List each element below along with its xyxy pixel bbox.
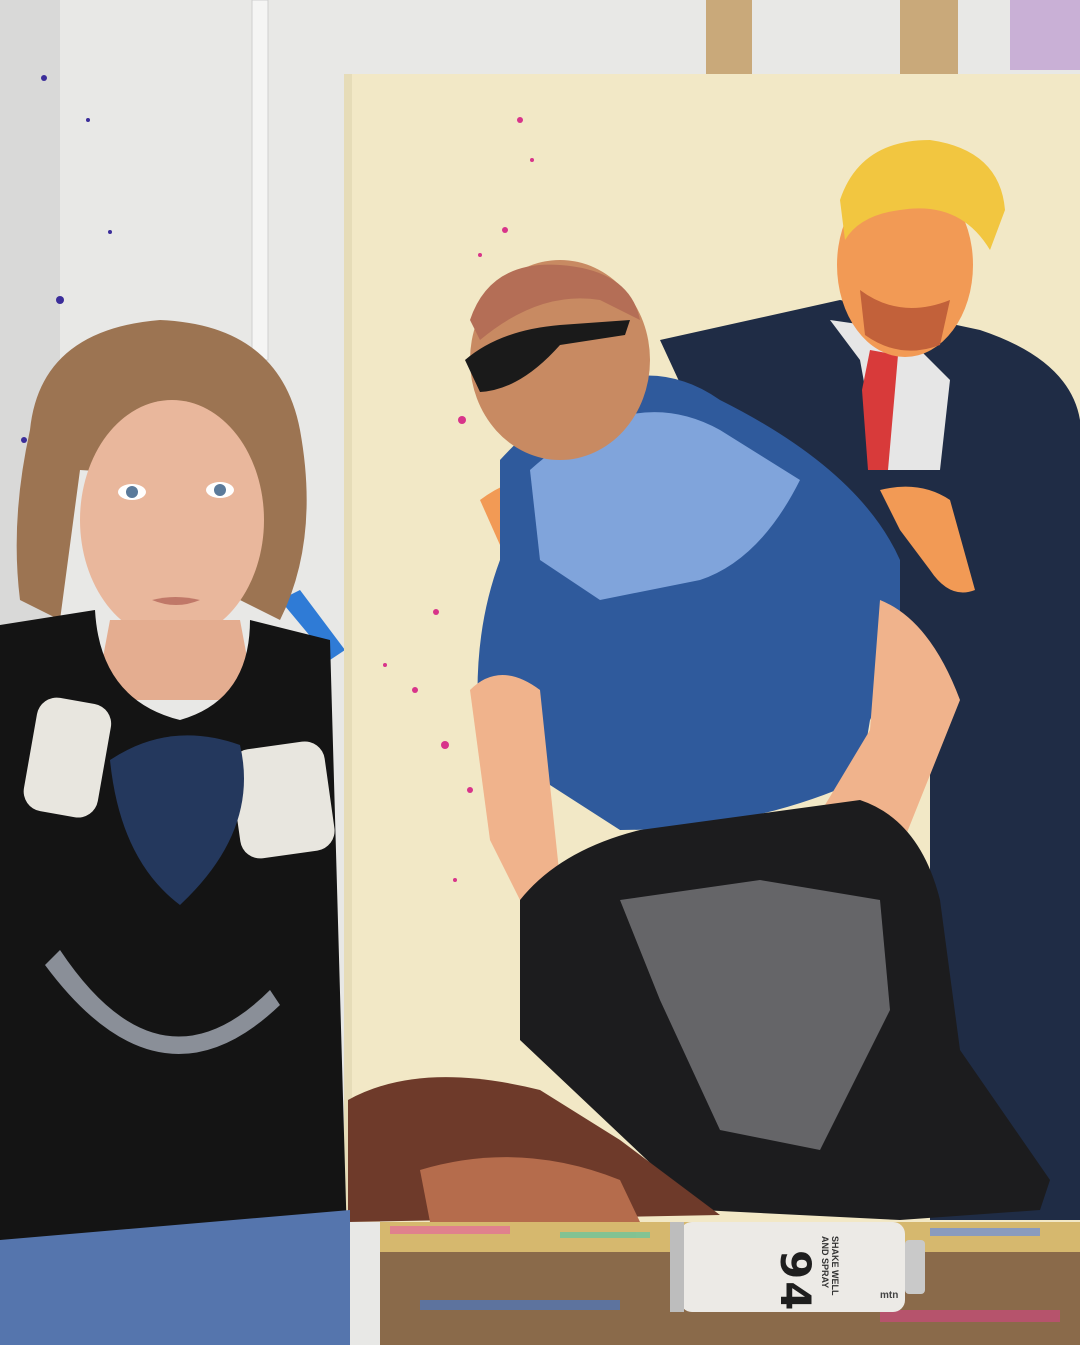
canvas-edge — [344, 74, 352, 1222]
photo-scene — [0, 0, 1080, 1345]
spray-can-number: 94 — [771, 1250, 820, 1313]
spray-can-brand: mtn — [880, 1290, 899, 1301]
easel-post-left — [706, 0, 752, 75]
board-top-right — [1010, 0, 1080, 70]
spray-can-text: SHAKE WELL AND SPRAY — [820, 1236, 840, 1296]
easel-post-right — [900, 0, 958, 75]
wall-pipe — [251, 0, 269, 361]
woman-iris-left — [126, 486, 138, 498]
woman-iris-right — [214, 484, 226, 496]
